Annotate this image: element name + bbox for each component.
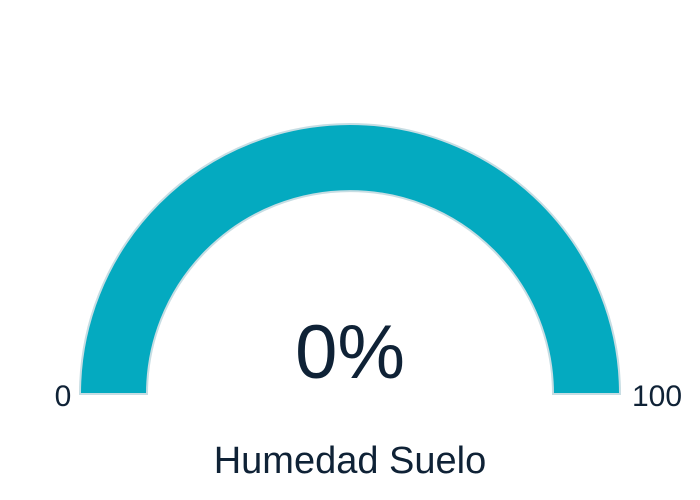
gauge-min-label: 0 — [55, 380, 72, 413]
gauge-max-label: 100 — [632, 380, 682, 413]
gauge-chart: 0% 0 100 Humedad Suelo — [55, 123, 682, 482]
gauge-value-label: 0% — [295, 310, 405, 395]
gauge-title: Humedad Suelo — [214, 440, 487, 482]
